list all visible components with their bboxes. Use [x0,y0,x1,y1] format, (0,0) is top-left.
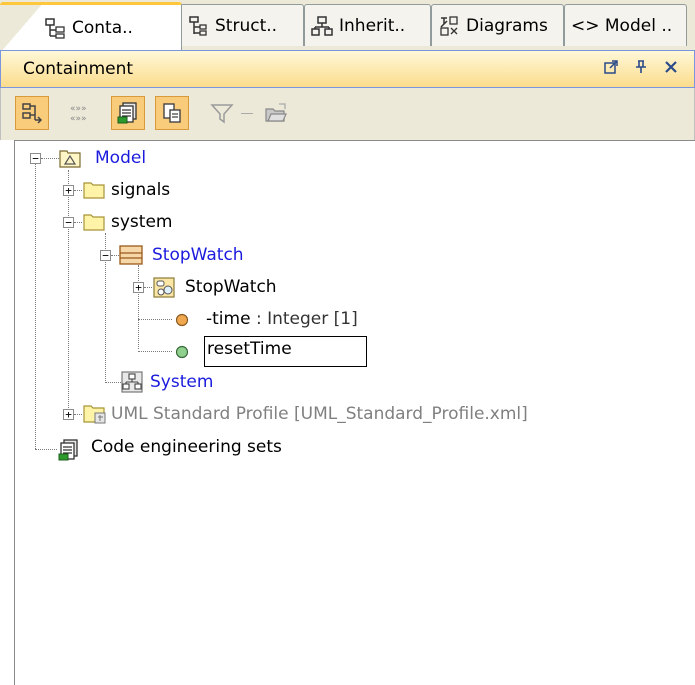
expand-toggle[interactable]: + [133,282,144,293]
group-by-icon [22,103,43,124]
expand-toggle[interactable]: + [63,185,74,196]
collapse-toggle[interactable]: − [30,153,41,164]
undock-icon[interactable] [604,60,618,80]
state-machine-icon [153,277,175,298]
pin-icon[interactable] [634,60,648,80]
tree-guide [35,164,36,449]
svg-text:«»»: «»» [70,114,87,124]
tree-guide [74,222,82,223]
close-icon[interactable] [664,60,678,80]
tree-guide [144,287,152,288]
tree-guide [68,170,69,414]
show-diagrams-icon [163,103,181,123]
toolbar-separator [237,96,257,130]
attribute-type: : Integer [1] [250,309,358,329]
package-folder-icon [83,214,105,231]
containment-tree[interactable]: − Model + signals − system − StopWatch +… [14,140,695,685]
group-by-button[interactable] [15,96,49,130]
operation-icon [175,345,189,359]
diagrams-icon [440,15,458,36]
tree-item-stopwatch-class[interactable]: StopWatch [152,244,244,266]
show-stereotypes-icon: «»» «»» [70,104,87,124]
tree-guide [111,255,119,256]
containment-tree-icon [45,17,65,39]
tree-guide [138,319,172,320]
tab-structure[interactable]: Struct.. [180,4,304,46]
tree-item-system[interactable]: system [111,211,172,233]
tree-guide [35,449,57,450]
panel-title-bar: Containment [0,50,695,88]
tree-item-attribute-time[interactable]: -time : Integer [1] [206,308,358,330]
diagram-icon [121,371,143,393]
collapse-toggle[interactable]: − [63,217,74,228]
class-icon [119,245,143,265]
tree-item-signals[interactable]: signals [111,179,170,201]
package-folder-icon [83,182,105,199]
tab-diagrams-label: Diagrams [466,15,548,36]
panel-title: Containment [23,59,134,79]
tab-inheritance[interactable]: Inherit.. [304,4,431,46]
rename-input[interactable]: resetTime [204,336,367,367]
tree-guide [138,265,139,349]
svg-text:«»»: «»» [70,104,87,114]
tree-guide [74,190,82,191]
tree-guide [138,351,172,352]
structure-tree-icon [189,15,207,36]
tab-structure-label: Struct.. [215,15,278,36]
show-code-engineering-icon [117,102,137,124]
tree-guide [41,158,59,159]
open-folder-button[interactable] [259,96,293,130]
tab-diagrams[interactable]: Diagrams [431,4,564,46]
filter-button[interactable] [205,96,239,130]
show-stereotypes-button[interactable]: «»» «»» [63,96,97,130]
attribute-name: -time [206,309,251,329]
tree-item-code-engineering-sets[interactable]: Code engineering sets [91,436,282,458]
show-code-engineering-button[interactable] [111,96,145,130]
tab-inheritance-label: Inherit.. [339,15,406,36]
tree-item-stopwatch-statemachine[interactable]: StopWatch [185,276,277,298]
tree-item-uml-profile[interactable]: UML Standard Profile [UML_Standard_Profi… [111,403,528,425]
collapse-toggle[interactable]: − [100,250,111,261]
code-engineering-sets-icon [58,439,78,461]
expand-toggle[interactable]: + [63,409,74,420]
tab-model-label: <> Model .. [571,15,673,36]
tab-model[interactable]: <> Model .. [564,4,687,46]
model-package-icon [59,150,81,168]
open-folder-icon [265,103,287,122]
tree-item-model[interactable]: Model [95,147,146,169]
inheritance-tree-icon [311,15,333,36]
tree-guide [74,414,82,415]
tab-strip: Struct.. Inherit.. Diagrams <> Model .. … [0,0,695,50]
attribute-icon [175,313,189,327]
show-diagrams-button[interactable] [155,96,189,130]
profile-folder-icon [83,405,106,424]
tree-item-system-diagram[interactable]: System [150,371,213,393]
tree-toolbar: «»» «»» [0,88,695,140]
tab-containment[interactable]: Conta.. [0,2,182,50]
tab-containment-label: Conta.. [72,17,133,38]
filter-icon [210,104,234,124]
